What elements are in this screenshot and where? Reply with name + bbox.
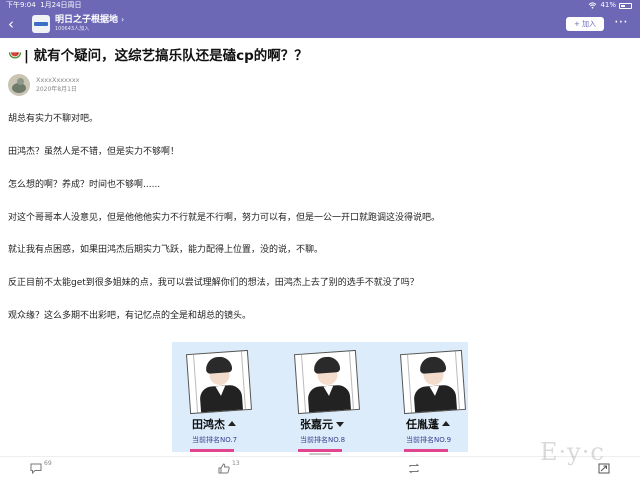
repost-button[interactable] <box>408 460 422 476</box>
vote-bar <box>404 449 448 452</box>
post-paragraph: 观众缘？这么多期不出彩吧，有记忆点的全是和胡总的镜头。 <box>8 311 252 321</box>
post-paragraph: 怎么想的啊？养成？时间也不够啊...... <box>8 180 161 190</box>
contestant-portrait <box>399 349 467 415</box>
group-avatar[interactable] <box>32 15 50 33</box>
more-icon[interactable]: ⋯ <box>614 14 628 30</box>
comment-icon <box>30 463 42 474</box>
watermelon-icon <box>8 52 22 59</box>
contestant-name-text: 任胤蓬 <box>406 418 439 431</box>
group-member-count: 100643人加入 <box>55 26 90 32</box>
post-paragraph: 就让我有点困惑，如果田鸿杰后期实力飞跃，能力配得上位置，没的说，不聊。 <box>8 245 324 255</box>
battery-icon <box>619 2 632 9</box>
contestant-rank: 当前排名NO.7 <box>192 436 238 444</box>
status-time-text: 下午9:04 <box>6 1 36 9</box>
contestant-card: 田鸿杰 当前排名NO.7 <box>176 349 266 452</box>
post-date: 2020年8月1日 <box>36 86 77 93</box>
top-bar: 下午9:04 1月24日周日 41% ‹ 明日之子根据地 › 100643人加入 … <box>0 0 640 38</box>
like-count: 13 <box>232 460 240 467</box>
group-name[interactable]: 明日之子根据地 › <box>55 14 124 26</box>
status-right: 41% <box>588 0 632 11</box>
back-icon[interactable]: ‹ <box>8 15 14 33</box>
post-paragraph: 田鸿杰？虽然人是不错，但是实力不够啊！ <box>8 147 180 157</box>
wifi-icon <box>589 2 597 9</box>
vote-bar <box>298 449 342 452</box>
author-avatar[interactable] <box>8 74 30 96</box>
ranking-image[interactable]: 田鸿杰 当前排名NO.7 张嘉元 当前排名NO.8 任胤蓬 当前排名NO.9 <box>172 342 468 452</box>
chevron-right-icon: › <box>121 15 125 24</box>
post-paragraph: 反正目前不太能get到很多姐妹的点，我可以尝试理解你们的想法，田鸿杰上去了别的选… <box>8 278 419 288</box>
group-name-text: 明日之子根据地 <box>55 15 119 25</box>
battery-percent: 41% <box>600 1 616 9</box>
post-paragraph: 胡总有实力不聊对吧。 <box>8 114 99 124</box>
home-indicator <box>309 453 331 455</box>
contestant-name-text: 张嘉元 <box>300 418 333 431</box>
post-title-text: | 就有个疑问，这综艺搞乐队还是磕cp的啊？？ <box>24 48 308 64</box>
contestant-portrait <box>185 349 253 415</box>
rank-down-icon <box>336 422 344 427</box>
contestant-card: 张嘉元 当前排名NO.8 <box>284 349 374 452</box>
join-button[interactable]: + 加入 <box>566 17 604 31</box>
contestant-name: 田鸿杰 <box>192 418 236 431</box>
rank-up-icon <box>228 421 236 426</box>
post-paragraph: 对这个哥哥本人没意见，但是他他他实力不行就是不行啊，努力可以有，但是一公一开口就… <box>8 213 441 223</box>
contestant-rank: 当前排名NO.8 <box>300 436 346 444</box>
status-time: 下午9:04 1月24日周日 <box>6 0 82 11</box>
contestant-rank: 当前排名NO.9 <box>406 436 452 444</box>
contestant-name: 张嘉元 <box>300 418 344 431</box>
rank-up-icon <box>442 421 450 426</box>
contestant-name-text: 田鸿杰 <box>192 418 225 431</box>
vote-bar <box>190 449 234 452</box>
like-button[interactable]: 13 <box>218 460 248 476</box>
status-date: 1月24日周日 <box>40 1 82 9</box>
contestant-card: 任胤蓬 当前排名NO.9 <box>390 349 468 452</box>
repost-icon <box>408 463 420 474</box>
like-icon <box>218 463 230 474</box>
comment-count: 69 <box>44 460 52 467</box>
contestant-portrait <box>293 349 361 415</box>
comment-button[interactable]: 69 <box>30 460 60 476</box>
contestant-name: 任胤蓬 <box>406 418 450 431</box>
post-title: | 就有个疑问，这综艺搞乐队还是磕cp的啊？？ <box>8 46 628 66</box>
nav-bar: ‹ 明日之子根据地 › 100643人加入 + 加入 ⋯ <box>0 11 640 38</box>
watermark-logo: E·y·c <box>540 438 605 466</box>
status-bar: 下午9:04 1月24日周日 41% <box>0 0 640 11</box>
author-name[interactable]: XxxxXxxxxxx <box>36 76 80 84</box>
